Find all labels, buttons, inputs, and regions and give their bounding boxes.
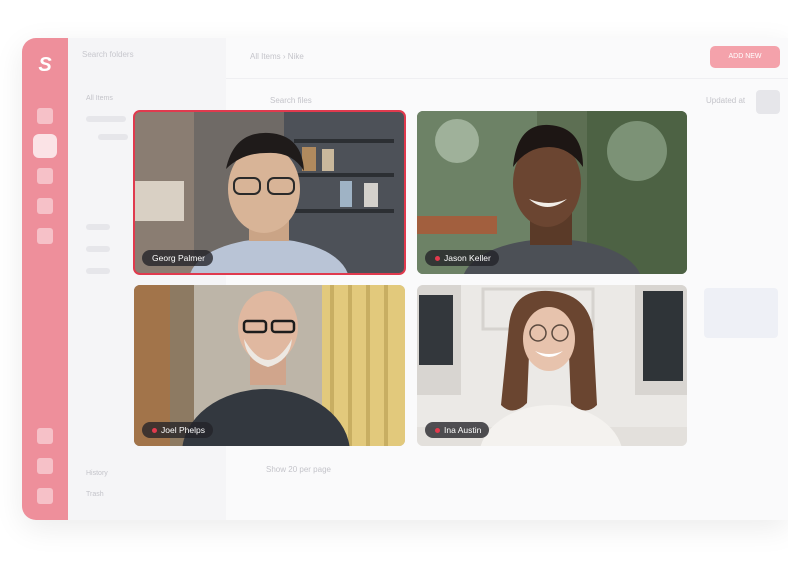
add-new-button[interactable]: ADD NEW — [710, 46, 780, 68]
home-icon[interactable] — [37, 108, 53, 124]
grid-icon[interactable] — [37, 228, 53, 244]
bell-icon[interactable] — [37, 458, 53, 474]
settings-icon[interactable] — [37, 488, 53, 504]
trash-link[interactable]: Trash — [86, 491, 104, 501]
muted-mic-icon — [435, 256, 440, 262]
folder-search-input[interactable]: Search folders — [82, 50, 216, 64]
product-thumbnail — [704, 288, 778, 338]
participant-name-tag: Georg Palmer — [142, 250, 213, 266]
folder-root[interactable]: All Items — [86, 95, 113, 105]
folder-row[interactable] — [86, 268, 110, 278]
view-toggle-button[interactable] — [756, 90, 780, 114]
top-bar: All Items › Nike ADD NEW — [226, 38, 788, 79]
participant-name: Jason Keller — [444, 253, 491, 263]
breadcrumb-current: Nike — [287, 52, 304, 61]
participant-name-tag: Jason Keller — [425, 250, 499, 266]
help-icon[interactable] — [37, 428, 53, 444]
muted-mic-icon — [152, 428, 157, 434]
per-page-select[interactable]: 20 — [288, 465, 297, 474]
video-tile-jason-keller[interactable]: Jason Keller — [417, 111, 687, 274]
participant-name: Georg Palmer — [152, 253, 205, 263]
muted-mic-icon — [435, 428, 440, 434]
history-link[interactable]: History — [86, 470, 108, 480]
pagination: Show 20 per page — [266, 465, 331, 474]
participant-name: Ina Austin — [444, 425, 482, 435]
video-tile-georg-palmer[interactable]: Georg Palmer — [133, 110, 406, 275]
breadcrumb: All Items › Nike — [250, 52, 304, 61]
folder-row[interactable] — [98, 134, 128, 144]
folder-row[interactable] — [86, 116, 126, 126]
participant-name-tag: Joel Phelps — [142, 422, 213, 438]
content-search-input[interactable]: Search files — [270, 96, 312, 105]
video-tile-ina-austin[interactable]: Ina Austin — [417, 285, 687, 446]
tag-icon[interactable] — [37, 198, 53, 214]
participant-name: Joel Phelps — [161, 425, 205, 435]
pagination-show-label: Show — [266, 465, 287, 474]
app-logo: S — [38, 54, 52, 76]
folder-icon[interactable] — [33, 134, 57, 158]
search-icon[interactable] — [37, 168, 53, 184]
video-tile-joel-phelps[interactable]: Joel Phelps — [134, 285, 405, 446]
folder-row[interactable] — [86, 224, 110, 234]
per-page-label: per page — [299, 465, 331, 474]
folder-row[interactable] — [86, 246, 110, 256]
sort-dropdown[interactable]: Updated at — [706, 96, 745, 105]
breadcrumb-root[interactable]: All Items — [250, 52, 281, 61]
nav-rail: S — [22, 38, 68, 520]
participant-name-tag: Ina Austin — [425, 422, 490, 438]
